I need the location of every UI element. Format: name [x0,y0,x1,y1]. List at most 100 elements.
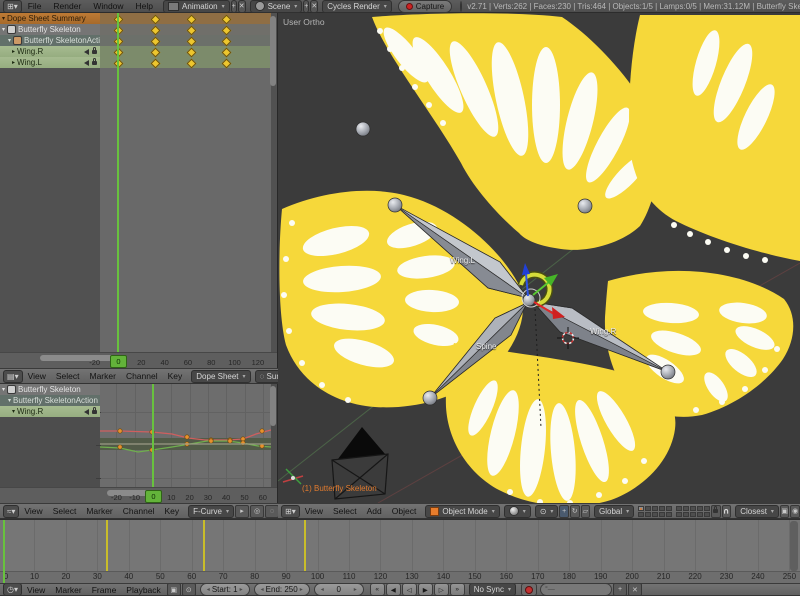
graph-menu-item[interactable]: Channel [123,506,155,516]
graph-channel-butterfly-skeletonaction[interactable]: ▾Butterfly SkeletonAction [0,395,100,406]
current-frame-field[interactable]: ◂ 0 ▸ [314,583,364,596]
viewport-3d[interactable]: User Ortho Wing.L Wing.R Spine (1) Butte… [278,13,800,503]
graph-menu-item[interactable]: Key [164,506,179,516]
graph-vscrollbar[interactable] [270,386,276,426]
menubar-item[interactable]: File [28,1,42,11]
channel-wing-l[interactable]: ▸Wing.L [0,57,100,68]
layer-toggle[interactable] [652,512,658,517]
viewport-menu-item[interactable]: View [305,506,323,516]
dope-menu-item[interactable]: Key [168,371,183,381]
dope-sheet-editor[interactable]: ▾Dope Sheet Summary▾Butterfly Skeleton▾B… [0,13,278,368]
dope-sheet-vscrollbar[interactable] [270,16,276,86]
only-selected-filter-icon[interactable]: ▸ [235,505,249,518]
layer-toggle[interactable] [659,512,665,517]
expand-icon[interactable]: ▾ [8,37,11,44]
frame-history-button[interactable]: ⊙ [182,583,196,596]
expand-icon[interactable]: ▾ [8,397,11,404]
viewport-menu-item[interactable]: Select [333,506,357,516]
screen-layout-select[interactable]: Animation ▾ [163,0,230,13]
dope-menu-item[interactable]: View [28,371,46,381]
delete-scene-button[interactable]: ✕ [310,0,318,13]
layer-toggle[interactable] [638,506,644,511]
auto-keyframe-button[interactable] [521,583,537,596]
expand-icon[interactable]: ▾ [2,386,5,393]
layer-toggle[interactable] [683,506,689,511]
mode-select[interactable]: Object Mode ▾ [425,505,499,518]
layer-toggle[interactable] [676,506,682,511]
current-frame-line[interactable] [152,384,154,487]
timeline-keyframe-line[interactable] [203,520,205,571]
graph-channel-wing-r[interactable]: ▾Wing.R [0,406,100,417]
layer-toggle[interactable] [645,506,651,511]
manipulator-translate-button[interactable]: + [559,505,569,518]
insert-keyframe-button[interactable]: + [613,583,627,596]
add-layout-button[interactable]: + [231,0,237,13]
increment-icon[interactable]: ▸ [240,586,243,593]
increment-icon[interactable]: ▸ [300,586,303,593]
snap-toggle-button[interactable]: ∪ [722,505,732,518]
layer-toggle[interactable] [676,512,682,517]
lock-icon[interactable] [92,50,97,54]
dope-menu-item[interactable]: Channel [126,371,158,381]
viewport-editor-type-button[interactable]: ⊞ ▾ [281,505,300,518]
menubar-item[interactable]: Help [136,1,153,11]
timeline-menu-item[interactable]: Frame [92,585,117,595]
decrement-icon[interactable]: ◂ [207,586,210,593]
graph-ruler[interactable]: -20-100102030405060 0 [0,487,277,503]
jump-to-end-button[interactable]: » [450,583,465,596]
keyframe-point[interactable] [228,439,232,443]
mute-icon[interactable] [84,409,89,415]
expand-icon[interactable]: ▸ [12,48,15,55]
butterfly-mesh[interactable] [279,13,800,503]
layer-toggle[interactable] [666,512,672,517]
timeline-keyframe-line[interactable] [106,520,108,571]
layer-toggle[interactable] [645,512,651,517]
expand-icon[interactable]: ▾ [12,408,15,415]
layer-toggle[interactable] [659,506,665,511]
start-frame-field[interactable]: ◂ Start: 1 ▸ [200,583,250,596]
viewport-menu-item[interactable]: Add [367,506,382,516]
layer-toggle[interactable] [697,512,703,517]
dope-sheet-ruler[interactable]: -20020406080100120 0 [0,352,277,368]
graph-channel-butterfly-skeleton[interactable]: ▾Butterfly Skeleton [0,384,100,395]
graph-curve-area[interactable] [100,384,271,487]
render-opengl-button[interactable]: ▣ [780,505,790,518]
layer-toggle[interactable] [690,512,696,517]
timeline-menu-item[interactable]: View [27,585,45,595]
manipulator-rotate-button[interactable]: ↻ [570,505,580,518]
timeline-keyframe-line[interactable] [304,520,306,571]
dope-mode-select[interactable]: Dope Sheet ▾ [191,370,250,383]
graph-mode-select[interactable]: F-Curve ▾ [188,505,234,518]
prev-keyframe-button[interactable]: ◀ [386,583,401,596]
current-frame-line[interactable] [117,13,119,352]
info-editor-type-button[interactable]: ⊞ ▾ [3,0,22,13]
graph-menu-item[interactable]: Select [53,506,77,516]
timeline[interactable]: 0102030405060708090100110120130140150160… [0,519,800,583]
sync-mode-select[interactable]: No Sync ▾ [469,583,516,596]
dope-sheet-hscrollbar[interactable] [40,355,118,361]
jump-to-start-button[interactable]: « [370,583,385,596]
render-opengl-anim-button[interactable]: ◉ [790,505,800,518]
menubar-item[interactable]: Render [53,1,81,11]
graph-menu-item[interactable]: View [24,506,42,516]
layer-toggle[interactable] [697,506,703,511]
pivot-point-select[interactable]: ⊙ ▾ [535,505,559,518]
timeline-scrollbar[interactable] [790,521,798,571]
keyframe-point[interactable] [209,439,213,443]
play-button[interactable]: ▶ [418,583,433,596]
graph-editor[interactable]: ▾Butterfly Skeleton▾Butterfly SkeletonAc… [0,384,278,503]
layer-toggle[interactable] [652,506,658,511]
graph-editor-type-button[interactable]: ≈ ▾ [3,505,19,518]
decrement-icon[interactable]: ◂ [261,586,264,593]
end-frame-field[interactable]: ◂ End: 250 ▸ [254,583,310,596]
dope-editor-type-button[interactable]: ▤ ▾ [3,370,23,383]
next-keyframe-button[interactable]: ▷ [434,583,449,596]
capture-button[interactable]: Capture [398,0,452,13]
scene-select[interactable]: Scene ▾ [250,0,303,13]
dope-menu-item[interactable]: Marker [89,371,115,381]
transform-orientation-select[interactable]: Global ▾ [594,505,634,518]
viewport-menu-item[interactable]: Object [392,506,417,516]
timeline-menu-item[interactable]: Marker [55,585,81,595]
expand-icon[interactable]: ▾ [2,15,5,22]
channel-butterfly-skeletonaction[interactable]: ▾Butterfly SkeletonAction [0,35,100,46]
